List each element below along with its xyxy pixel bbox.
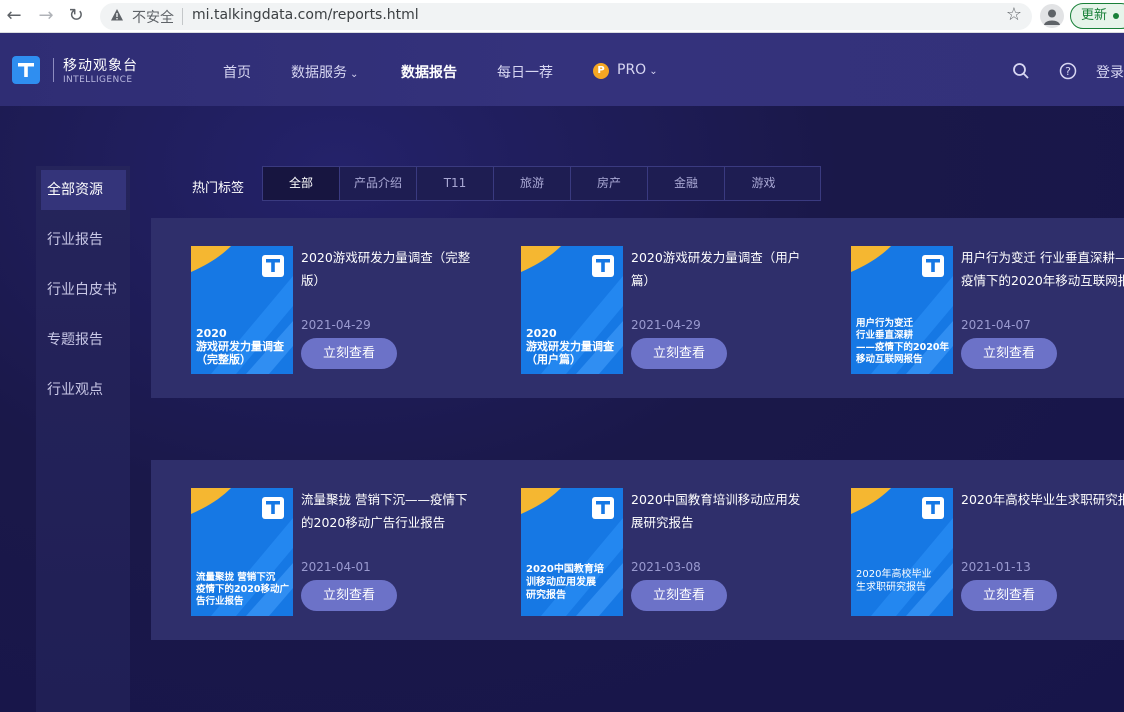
tag-finance[interactable]: 金融	[648, 167, 725, 200]
report-card[interactable]: 2020年高校毕业生求职研究报告 2020年高校毕业生求职研究报告 2021-0…	[851, 488, 1124, 618]
browser-toolbar: ← → ↻ 不安全 mi.talkingdata.com/reports.htm…	[0, 0, 1124, 33]
cover-art-icon	[851, 488, 953, 616]
search-icon[interactable]	[1012, 62, 1030, 80]
view-now-button[interactable]: 立刻查看	[631, 580, 727, 611]
page-body: 全部资源 行业报告 行业白皮书 专题报告 行业观点 热门标签 全部 产品介绍 T…	[0, 106, 1124, 712]
cover-title: 2020年高校毕业 生求职研究报告	[856, 569, 932, 593]
profile-avatar-icon[interactable]	[1040, 4, 1064, 28]
tag-list: 全部 产品介绍 T11 旅游 房产 金融 游戏	[262, 166, 821, 201]
chevron-down-icon: ⌄	[350, 69, 359, 80]
nav-home[interactable]: 首页	[223, 62, 251, 82]
tag-all[interactable]: 全部	[263, 167, 340, 200]
bookmark-star-icon[interactable]: ☆	[1006, 4, 1022, 25]
report-cover[interactable]: 用户行为变迁 行业垂直深耕 ——疫情下的2020年 移动互联网报告	[851, 246, 953, 374]
cover-title: 2020 游戏研发力量调查 （用户篇）	[526, 327, 614, 366]
address-bar[interactable]: 不安全 mi.talkingdata.com/reports.html ☆	[100, 3, 1032, 30]
report-row: 流量聚拢 营销下沉 疫情下的2020移动广 告行业报告 流量聚拢 营销下沉——疫情下…	[151, 460, 1124, 640]
report-title[interactable]: 2020游戏研发力量调查（用户篇）	[631, 246, 803, 292]
report-title[interactable]: 2020游戏研发力量调查（完整版）	[301, 246, 473, 292]
nav-data-services[interactable]: 数据服务 ⌄	[291, 62, 358, 82]
sidebar-item-industry-views[interactable]: 行业观点	[41, 370, 126, 410]
report-card[interactable]: 2020 游戏研发力量调查 （用户篇） 2020游戏研发力量调查（用户篇） 2021…	[521, 246, 841, 376]
report-cover[interactable]: 2020中国教育培 训移动应用发展 研究报告	[521, 488, 623, 616]
view-now-button[interactable]: 立刻查看	[631, 338, 727, 369]
report-card[interactable]: 2020中国教育培 训移动应用发展 研究报告 2020中国教育培训移动应用发展研究报…	[521, 488, 841, 618]
logo-title[interactable]: 移动观象台	[63, 55, 138, 75]
warning-icon	[111, 9, 123, 21]
report-title[interactable]: 流量聚拢 营销下沉——疫情下的2020移动广告行业报告	[301, 488, 473, 534]
forward-icon[interactable]: →	[34, 4, 58, 28]
back-icon[interactable]: ←	[2, 4, 26, 28]
tag-travel[interactable]: 旅游	[494, 167, 571, 200]
hot-tags-label: 热门标签	[192, 181, 245, 196]
sidebar-item-special-reports[interactable]: 专题报告	[41, 320, 126, 360]
site-header: 移动观象台 INTELLIGENCE 首页 数据服务 ⌄ 数据报告 每日一荐 PP…	[0, 33, 1124, 106]
url-separator	[182, 8, 183, 25]
nav-daily-pick[interactable]: 每日一荐	[497, 62, 553, 82]
report-date: 2021-04-01	[301, 560, 371, 574]
cover-title: 2020中国教育培 训移动应用发展 研究报告	[526, 564, 604, 601]
cover-title: 流量聚拢 营销下沉 疫情下的2020移动广 告行业报告	[196, 572, 289, 607]
sidebar-item-all-resources[interactable]: 全部资源	[41, 170, 126, 210]
report-title[interactable]: 2020中国教育培训移动应用发展研究报告	[631, 488, 803, 534]
nav-pro[interactable]: P PRO ⌄	[593, 62, 658, 79]
url-text[interactable]: mi.talkingdata.com/reports.html	[192, 7, 419, 23]
logo-subtitle: INTELLIGENCE	[63, 75, 133, 85]
view-now-button[interactable]: 立刻查看	[301, 338, 397, 369]
report-cover[interactable]: 2020 游戏研发力量调查 （用户篇）	[521, 246, 623, 374]
update-dot-icon	[1113, 12, 1120, 19]
report-title[interactable]: 2020年高校毕业生求职研究报告	[961, 488, 1124, 511]
report-card[interactable]: 2020 游戏研发力量调查 （完整版） 2020游戏研发力量调查（完整版） 2021…	[191, 246, 511, 376]
tag-real-estate[interactable]: 房产	[571, 167, 648, 200]
update-button[interactable]: 更新	[1070, 3, 1124, 29]
view-now-button[interactable]: 立刻查看	[301, 580, 397, 611]
pro-coin-icon: P	[593, 63, 609, 79]
report-cover[interactable]: 2020 游戏研发力量调查 （完整版）	[191, 246, 293, 374]
svg-text:?: ?	[1065, 65, 1071, 78]
report-card[interactable]: 流量聚拢 营销下沉 疫情下的2020移动广 告行业报告 流量聚拢 营销下沉——疫情下…	[191, 488, 511, 618]
reload-icon[interactable]: ↻	[64, 4, 88, 28]
report-date: 2021-04-29	[631, 318, 701, 332]
update-label: 更新	[1081, 8, 1108, 23]
tag-t11[interactable]: T11	[417, 167, 494, 200]
insecure-label: 不安全	[132, 10, 174, 26]
talkingdata-logo-icon[interactable]	[12, 56, 40, 84]
report-date: 2021-03-08	[631, 560, 701, 574]
help-icon[interactable]: ?	[1059, 62, 1077, 80]
tag-product-intro[interactable]: 产品介绍	[340, 167, 417, 200]
report-cover[interactable]: 2020年高校毕业 生求职研究报告	[851, 488, 953, 616]
report-date: 2021-04-07	[961, 318, 1031, 332]
sidebar-item-industry-reports[interactable]: 行业报告	[41, 220, 126, 260]
sidebar: 全部资源 行业报告 行业白皮书 专题报告 行业观点	[36, 166, 130, 712]
tag-games[interactable]: 游戏	[725, 167, 802, 200]
login-link[interactable]: 登录	[1096, 62, 1124, 82]
view-now-button[interactable]: 立刻查看	[961, 338, 1057, 369]
report-date: 2021-04-29	[301, 318, 371, 332]
report-title[interactable]: 用户行为变迁 行业垂直深耕——疫情下的2020年移动互联网报告	[961, 246, 1124, 292]
sidebar-item-whitepapers[interactable]: 行业白皮书	[41, 270, 126, 310]
view-now-button[interactable]: 立刻查看	[961, 580, 1057, 611]
logo-divider	[53, 58, 54, 82]
chevron-down-icon: ⌄	[649, 66, 658, 77]
report-date: 2021-01-13	[961, 560, 1031, 574]
cover-title: 2020 游戏研发力量调查 （完整版）	[196, 327, 284, 366]
report-row: 2020 游戏研发力量调查 （完整版） 2020游戏研发力量调查（完整版） 2021…	[151, 218, 1124, 398]
nav-data-reports[interactable]: 数据报告	[401, 62, 457, 82]
report-card[interactable]: 用户行为变迁 行业垂直深耕 ——疫情下的2020年 移动互联网报告 用户行为变迁 行业…	[851, 246, 1124, 376]
cover-title: 用户行为变迁 行业垂直深耕 ——疫情下的2020年 移动互联网报告	[856, 318, 949, 365]
report-cover[interactable]: 流量聚拢 营销下沉 疫情下的2020移动广 告行业报告	[191, 488, 293, 616]
